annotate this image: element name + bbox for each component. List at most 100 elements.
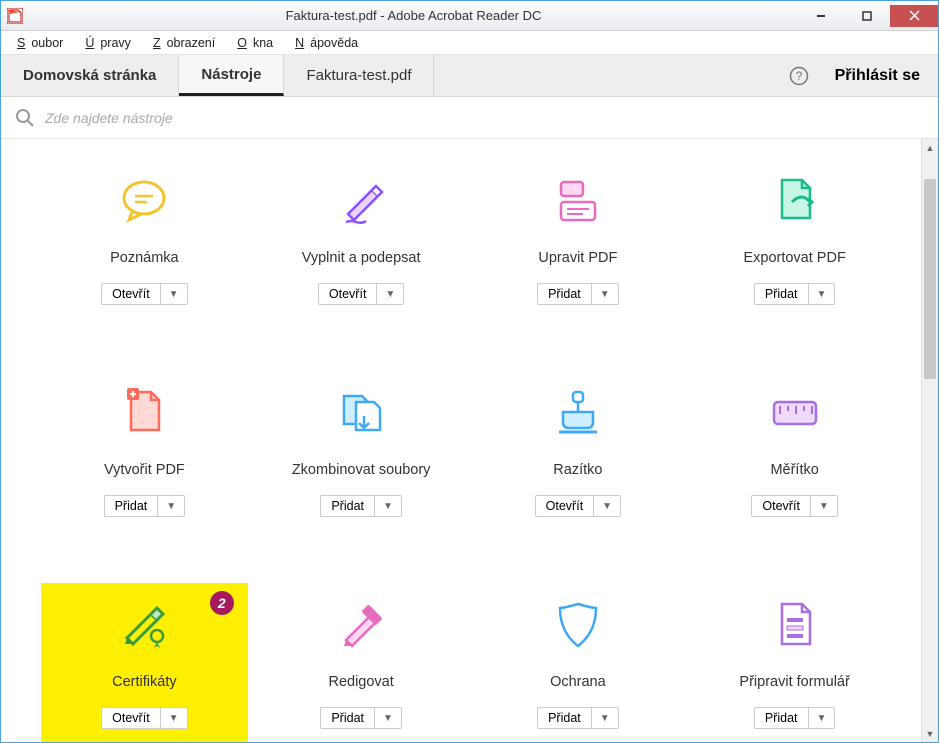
tool-label: Upravit PDF (538, 239, 617, 277)
tool-action-button[interactable]: Přidat▼ (537, 707, 619, 729)
menu-bar: Soubor Úpravy Zobrazení Okna Nápověda (1, 31, 938, 55)
tool-card[interactable]: Vyplnit a podepsat Otevřít▼ (258, 159, 465, 321)
tool-card[interactable]: Připravit formulář Přidat▼ (691, 583, 898, 742)
window-titlebar: Faktura-test.pdf - Adobe Acrobat Reader … (1, 1, 938, 31)
tool-label: Razítko (553, 451, 602, 489)
tool-action-label: Přidat (755, 708, 809, 728)
tool-card[interactable]: Upravit PDF Přidat▼ (475, 159, 682, 321)
sign-in-button[interactable]: Přihlásit se (817, 55, 938, 96)
tool-icon (334, 595, 388, 655)
tool-action-button[interactable]: Přidat▼ (104, 495, 186, 517)
tools-panel: PoznámkaOtevřít▼Vyplnit a podepsatOtevří… (1, 139, 938, 742)
tool-icon (768, 595, 822, 655)
chevron-down-icon[interactable]: ▼ (592, 284, 618, 304)
chevron-down-icon[interactable]: ▼ (811, 496, 837, 516)
tool-action-label: Přidat (755, 284, 809, 304)
tool-label: Redigovat (328, 663, 393, 701)
tool-card[interactable]: Ochrana Přidat▼ (475, 583, 682, 742)
tool-label: Poznámka (110, 239, 179, 277)
tool-card[interactable]: Exportovat PDF Přidat▼ (691, 159, 898, 321)
tool-card[interactable]: Redigovat Přidat▼ (258, 583, 465, 742)
tool-icon (117, 171, 171, 231)
tool-action-label: Přidat (538, 708, 592, 728)
tab-home[interactable]: Domovská stránka (1, 55, 179, 96)
tab-tools[interactable]: Nástroje (179, 55, 284, 96)
tool-card[interactable]: Vytvořit PDF Přidat▼ (41, 371, 248, 533)
tool-card[interactable]: Zkombinovat soubory Přidat▼ (258, 371, 465, 533)
tab-bar: Domovská stránka Nástroje Faktura-test.p… (1, 55, 938, 97)
scrollbar-thumb[interactable] (924, 179, 936, 379)
menu-file[interactable]: Soubor (11, 34, 75, 52)
tool-action-label: Přidat (105, 496, 159, 516)
tool-icon (768, 171, 822, 231)
tool-icon (551, 595, 605, 655)
chevron-down-icon[interactable]: ▼ (158, 496, 184, 516)
menu-help[interactable]: Nápověda (289, 34, 370, 52)
scroll-down-button[interactable]: ▼ (922, 725, 938, 742)
chevron-down-icon[interactable]: ▼ (592, 708, 618, 728)
chevron-down-icon[interactable]: ▼ (375, 708, 401, 728)
tool-action-button[interactable]: Otevřít▼ (318, 283, 404, 305)
maximize-button[interactable] (844, 5, 890, 27)
tool-card[interactable]: 2 Certifikáty Otevřít▼ (41, 583, 248, 742)
chevron-down-icon[interactable]: ▼ (809, 708, 835, 728)
tool-icon (551, 171, 605, 231)
tool-icon (117, 383, 171, 443)
scroll-up-button[interactable]: ▲ (922, 139, 938, 156)
tool-action-label: Otevřít (102, 708, 161, 728)
tool-action-button[interactable]: Otevřít▼ (101, 283, 187, 305)
chevron-down-icon[interactable]: ▼ (161, 708, 187, 728)
tool-action-button[interactable]: Přidat▼ (754, 283, 836, 305)
tool-label: Vyplnit a podepsat (302, 239, 421, 277)
tool-card[interactable]: Poznámka Otevřít▼ (41, 159, 248, 321)
help-button[interactable]: ? (781, 55, 817, 96)
tool-icon (334, 171, 388, 231)
chevron-down-icon[interactable]: ▼ (377, 284, 403, 304)
tool-icon (551, 383, 605, 443)
tool-action-button[interactable]: Přidat▼ (754, 707, 836, 729)
tool-badge: 2 (210, 591, 234, 615)
tool-action-label: Otevřít (319, 284, 378, 304)
menu-view[interactable]: Zobrazení (147, 34, 227, 52)
tool-label: Ochrana (550, 663, 606, 701)
tool-action-button[interactable]: Přidat▼ (537, 283, 619, 305)
tool-label: Vytvořit PDF (104, 451, 185, 489)
tool-action-button[interactable]: Přidat▼ (320, 495, 402, 517)
tab-document[interactable]: Faktura-test.pdf (284, 55, 434, 96)
tool-action-label: Otevřít (102, 284, 161, 304)
tool-action-button[interactable]: Otevřít▼ (751, 495, 837, 517)
tool-icon (334, 383, 388, 443)
tool-action-label: Otevřít (536, 496, 595, 516)
tool-card[interactable]: Měřítko Otevřít▼ (691, 371, 898, 533)
app-icon (7, 8, 23, 24)
tool-action-label: Přidat (538, 284, 592, 304)
minimize-button[interactable] (798, 5, 844, 27)
search-bar (1, 97, 938, 139)
chevron-down-icon[interactable]: ▼ (161, 284, 187, 304)
tool-card[interactable]: Razítko Otevřít▼ (475, 371, 682, 533)
vertical-scrollbar[interactable]: ▲ ▼ (921, 139, 938, 742)
window-controls (798, 5, 938, 27)
tool-action-button[interactable]: Otevřít▼ (101, 707, 187, 729)
svg-text:?: ? (795, 69, 802, 83)
tool-action-button[interactable]: Otevřít▼ (535, 495, 621, 517)
close-button[interactable] (890, 5, 938, 27)
window-title: Faktura-test.pdf - Adobe Acrobat Reader … (29, 8, 798, 23)
tool-action-label: Přidat (321, 708, 375, 728)
menu-edit[interactable]: Úpravy (79, 34, 143, 52)
menu-windows[interactable]: Okna (231, 34, 285, 52)
tool-icon (768, 383, 822, 443)
tool-label: Certifikáty (112, 663, 176, 701)
chevron-down-icon[interactable]: ▼ (809, 284, 835, 304)
tool-label: Zkombinovat soubory (292, 451, 431, 489)
chevron-down-icon[interactable]: ▼ (594, 496, 620, 516)
tool-label: Připravit formulář (739, 663, 849, 701)
tool-label: Exportovat PDF (743, 239, 845, 277)
search-input[interactable] (45, 110, 924, 126)
tool-action-label: Otevřít (752, 496, 811, 516)
search-icon (15, 108, 35, 128)
tool-action-label: Přidat (321, 496, 375, 516)
chevron-down-icon[interactable]: ▼ (375, 496, 401, 516)
tool-label: Měřítko (770, 451, 818, 489)
tool-action-button[interactable]: Přidat▼ (320, 707, 402, 729)
